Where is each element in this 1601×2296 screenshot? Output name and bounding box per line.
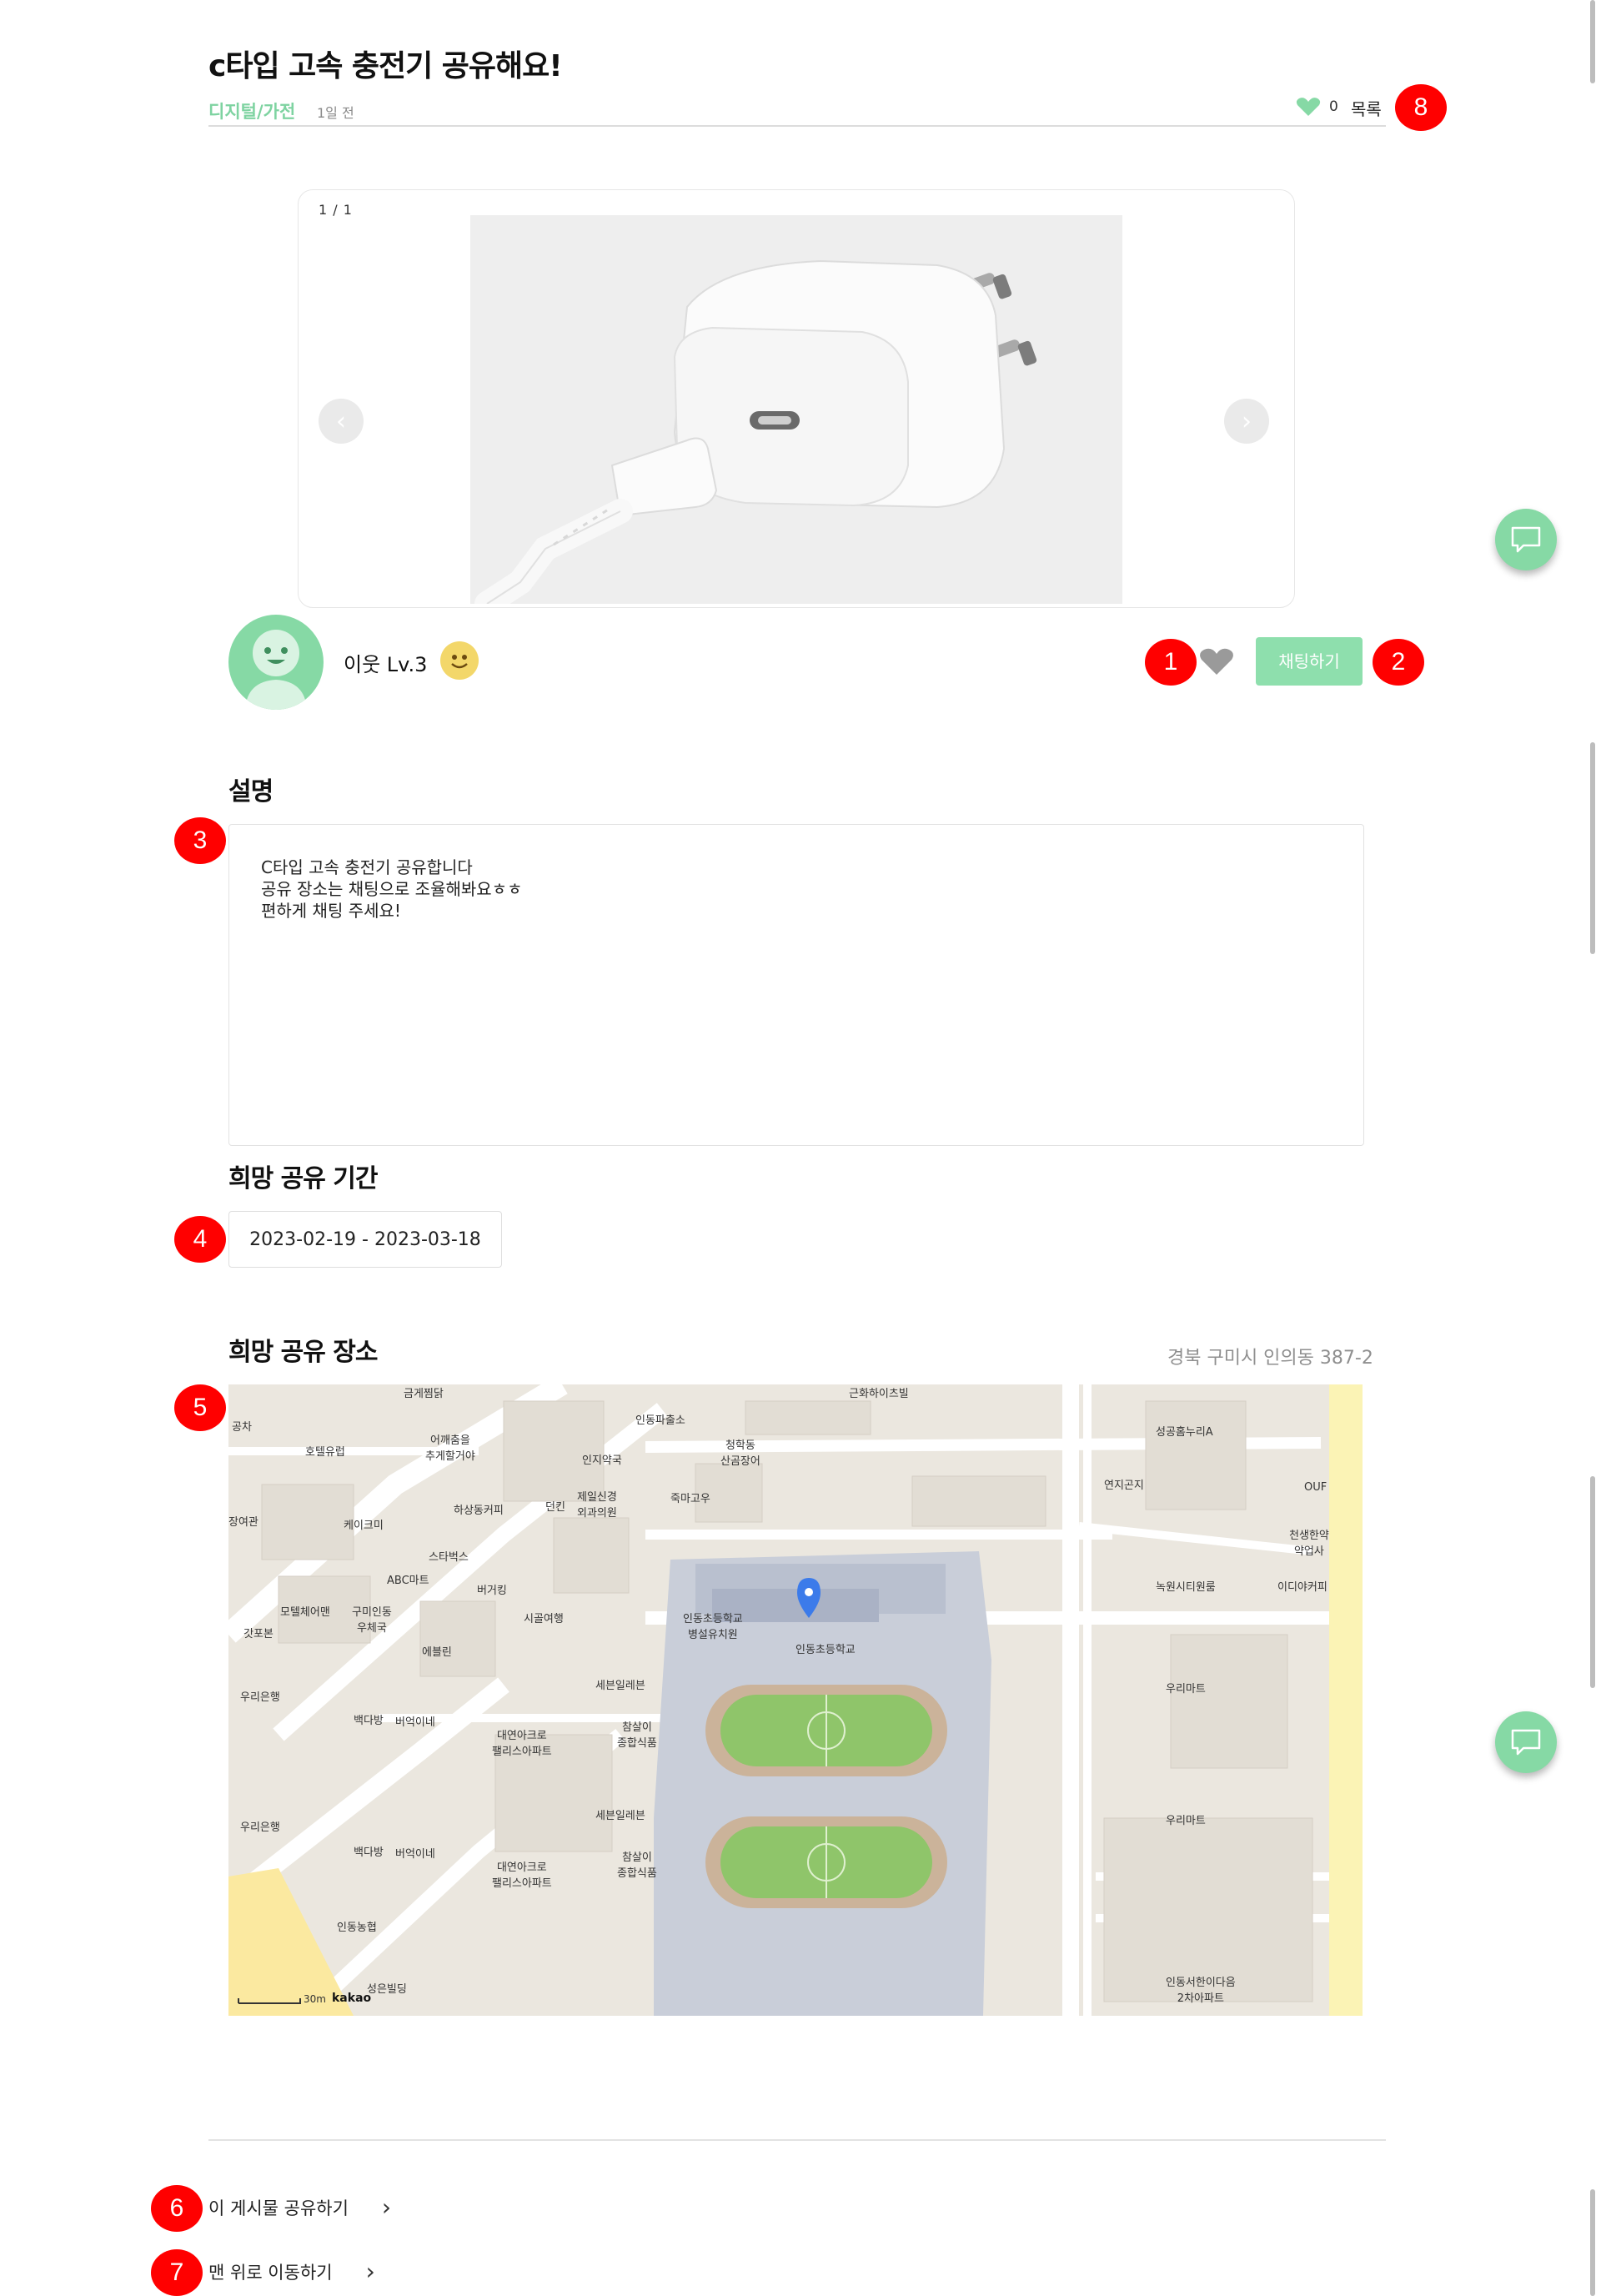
kakao-logo: kakao — [332, 1992, 372, 2005]
map-label: 녹원시티원룸 — [1156, 1581, 1216, 1594]
post-time: 1일 전 — [317, 105, 354, 121]
header-divider — [208, 125, 1386, 127]
annotation-marker-5: 5 — [174, 1384, 226, 1431]
map-label: 인지약국 — [582, 1454, 622, 1467]
annotation-marker-4: 4 — [174, 1216, 226, 1263]
annotation-marker-8: 8 — [1395, 84, 1447, 131]
gallery-next-button[interactable]: › — [1224, 399, 1269, 444]
map-label: 인동파출소 — [635, 1414, 685, 1427]
map-label: 공차 — [232, 1421, 252, 1434]
map-label: OUF — [1304, 1481, 1327, 1494]
map-label: 인동서한이다음 2차아파트 — [1166, 1977, 1236, 2005]
map-label: 인동초등학교 — [795, 1644, 856, 1656]
map-scale: 30m — [304, 1993, 326, 2005]
description-text: C타입 고속 충전기 공유합니다 공유 장소는 채팅으로 조율해봐요ㅎㅎ 편하게… — [261, 857, 523, 921]
map-label: 에블린 — [422, 1646, 452, 1659]
post-title: c타입 고속 충전기 공유해요! — [208, 49, 563, 83]
heart-icon — [1296, 98, 1321, 116]
map-label: 죽마고우 — [670, 1493, 710, 1505]
annotation-marker-1: 1 — [1145, 639, 1197, 686]
scrollbar-thumb[interactable] — [1590, 0, 1595, 83]
gallery-prev-button[interactable]: ‹ — [319, 399, 364, 444]
share-post-link[interactable]: 이 게시물 공유하기 › — [208, 2193, 391, 2221]
map-label: 스타벅스 — [429, 1551, 469, 1564]
smile-emoji-icon — [440, 641, 479, 680]
chevron-right-icon: › — [1242, 406, 1252, 436]
map-label: 연지곤지 — [1104, 1480, 1144, 1492]
chevron-right-icon: › — [381, 2193, 392, 2221]
scrollbar-thumb[interactable] — [1590, 2189, 1595, 2296]
share-post-label: 이 게시물 공유하기 — [208, 2198, 349, 2218]
like-count: 0 — [1329, 98, 1338, 115]
map-label: 우리은행 — [240, 1691, 280, 1704]
annotation-marker-6: 6 — [151, 2185, 203, 2232]
map-label: 인동농협 — [337, 1922, 377, 1934]
annotation-marker-7: 7 — [151, 2249, 203, 2296]
map-label: 근화하이츠빌 — [849, 1388, 909, 1400]
map-label: 버억이네 — [395, 1848, 435, 1861]
list-link[interactable]: 목록 — [1351, 96, 1382, 120]
map-label: 하상동커피 — [454, 1505, 504, 1517]
map-label: 참살이 종합식품 — [617, 1851, 657, 1880]
category-link[interactable]: 디지털/가전 — [208, 98, 295, 123]
scrollbar-thumb[interactable] — [1590, 1476, 1595, 1688]
map-label: 호텔유럽 — [305, 1446, 345, 1459]
annotation-marker-3: 3 — [174, 817, 226, 864]
like-heart-button[interactable] — [1199, 647, 1234, 679]
map-label: 갓포본 — [243, 1628, 274, 1640]
map-label: 우리마트 — [1166, 1815, 1206, 1827]
map-label: 인동초등학교 병설유치원 — [683, 1613, 743, 1641]
annotation-marker-2: 2 — [1373, 639, 1424, 686]
map-label: 시골여행 — [524, 1613, 564, 1625]
map-label: 성은빌딩 — [367, 1983, 407, 1996]
map-label: 금게찜닭 — [404, 1388, 444, 1400]
chevron-left-icon: ‹ — [336, 406, 346, 436]
seller-nickname: 이웃 Lv.3 — [344, 653, 428, 676]
map-label: 우리마트 — [1166, 1683, 1206, 1696]
map-label: 버억이네 — [395, 1716, 435, 1729]
map-label: 제일신경 외과의원 — [577, 1491, 617, 1520]
avatar — [228, 615, 324, 710]
floating-chat-button[interactable] — [1495, 509, 1557, 570]
map-label: 백다방 — [354, 1846, 384, 1859]
map-label: 대연아크로 팰리스아파트 — [492, 1730, 552, 1758]
map-label: 성공홈누리A — [1156, 1426, 1213, 1439]
location-map[interactable]: 인동초등학교 인동초등학교 병설유치원 우리마트 우리마트 인동파출소 우리은행… — [228, 1384, 1363, 2016]
map-label: 케이크미 — [344, 1520, 384, 1532]
map-label: ABC마트 — [387, 1575, 429, 1587]
heart-icon — [1200, 648, 1233, 675]
footer-divider — [208, 2139, 1386, 2141]
place-address: 경북 구미시 인의동 387-2 — [1167, 1348, 1373, 1369]
map-label: 청학동 산곰장어 — [720, 1439, 760, 1468]
chat-bubble-icon — [1511, 1729, 1541, 1756]
map-label: 세븐일레븐 — [595, 1810, 645, 1822]
period-heading: 희망 공유 기간 — [228, 1164, 378, 1193]
map-label: 세븐일레븐 — [595, 1680, 645, 1692]
map-label: 어깨춤을 추게할거야 — [425, 1434, 475, 1463]
map-label: 구미인동 우체국 — [352, 1606, 392, 1635]
image-counter: 1 / 1 — [319, 202, 353, 218]
map-label: 우리은행 — [240, 1821, 280, 1834]
scrollbar-thumb[interactable] — [1590, 742, 1595, 954]
map-label: 장여관 — [228, 1516, 258, 1529]
place-heading: 희망 공유 장소 — [228, 1338, 378, 1367]
period-range: 2023-02-19 - 2023-03-18 — [228, 1211, 502, 1268]
map-label: 던킨 — [545, 1501, 565, 1514]
map-label: 백다방 — [354, 1715, 384, 1727]
map-label: 대연아크로 팰리스아파트 — [492, 1861, 552, 1890]
map-label: 버거킹 — [477, 1585, 507, 1597]
map-label: 이디야커피 — [1277, 1581, 1327, 1594]
chat-button[interactable]: 채팅하기 — [1256, 637, 1363, 686]
description-heading: 설명 — [228, 777, 274, 806]
map-label: 천생한약 약업사 — [1289, 1530, 1329, 1558]
product-photo — [470, 215, 1122, 604]
scroll-to-top-label: 맨 위로 이동하기 — [208, 2262, 333, 2283]
chat-bubble-icon — [1511, 526, 1541, 553]
like-summary: 0 — [1296, 97, 1338, 117]
map-label: 모텔체어맨 — [280, 1606, 330, 1619]
floating-chat-button-lower[interactable] — [1495, 1711, 1557, 1773]
scroll-to-top-link[interactable]: 맨 위로 이동하기 › — [208, 2258, 375, 2285]
chevron-right-icon: › — [365, 2258, 375, 2285]
map-label: 참살이 종합식품 — [617, 1721, 657, 1750]
